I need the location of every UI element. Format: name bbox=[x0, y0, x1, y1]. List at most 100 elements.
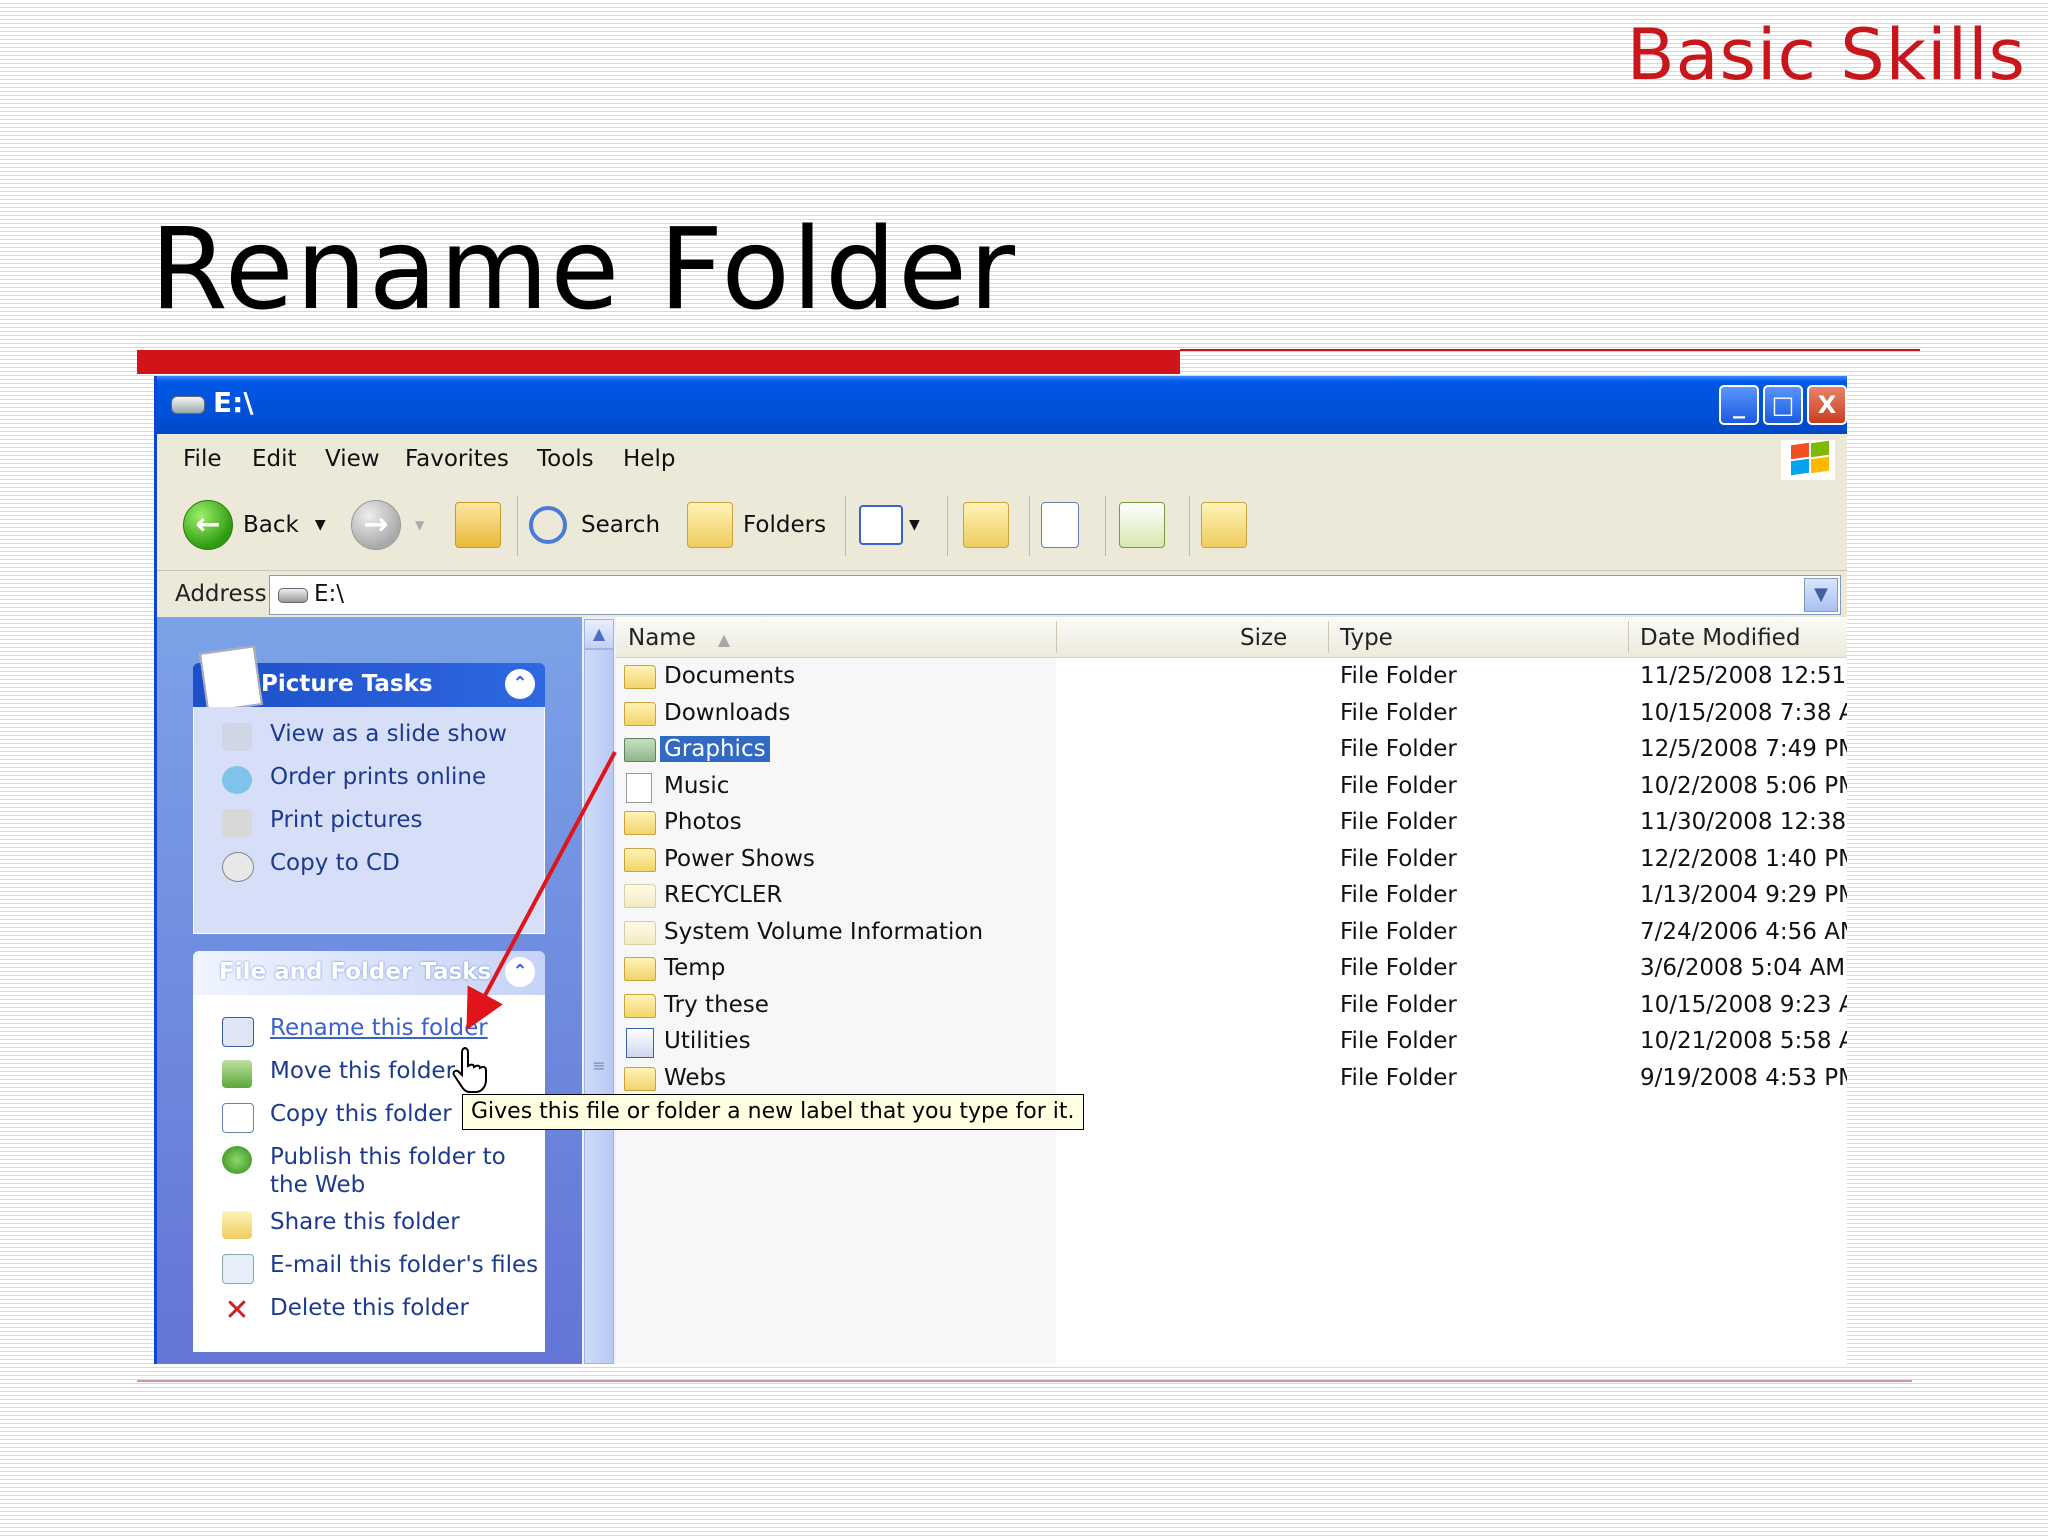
forward-arrow-icon: → bbox=[351, 500, 401, 550]
printer-icon bbox=[222, 809, 252, 837]
address-value: E:\ bbox=[314, 581, 345, 607]
menu-favorites[interactable]: Favorites bbox=[405, 446, 509, 472]
picture-tasks-header[interactable]: Picture Tasks ⌃ bbox=[193, 645, 545, 713]
file-row[interactable]: Temp File Folder 3/6/2008 5:04 AM bbox=[616, 951, 1847, 987]
share-button[interactable] bbox=[1201, 498, 1247, 552]
file-row[interactable]: Graphics File Folder 12/5/2008 7:49 PM bbox=[616, 732, 1847, 768]
address-bar: Address E:\ ▼ bbox=[157, 571, 1847, 617]
file-date-modified: 10/21/2008 5:58 AM bbox=[1640, 1028, 1847, 1054]
file-row[interactable]: Power Shows File Folder 12/2/2008 1:40 PM bbox=[616, 842, 1847, 878]
file-date-modified: 12/2/2008 1:40 PM bbox=[1640, 845, 1847, 872]
toolbar: ← Back ▼ → ▼ Search Folders ▼ bbox=[157, 484, 1847, 571]
search-button[interactable]: Search bbox=[529, 498, 660, 552]
move-to-button[interactable] bbox=[963, 498, 1009, 552]
menu-help[interactable]: Help bbox=[623, 446, 675, 472]
address-input[interactable]: E:\ ▼ bbox=[269, 575, 1841, 615]
file-date-modified: 12/5/2008 7:49 PM bbox=[1640, 736, 1847, 762]
column-size[interactable]: Size bbox=[1240, 625, 1287, 651]
file-row[interactable]: Documents File Folder 11/25/2008 12:51 PM bbox=[616, 659, 1847, 695]
file-date-modified: 11/30/2008 12:38 PM bbox=[1640, 809, 1847, 835]
menu-edit[interactable]: Edit bbox=[252, 446, 297, 472]
folder-up-icon bbox=[455, 502, 501, 548]
file-list: Name ▲ Size Type Date Modified Documents F… bbox=[616, 617, 1847, 1364]
file-date-modified: 3/6/2008 5:04 AM bbox=[1640, 955, 1846, 981]
file-row[interactable]: System Volume Information File Folder 7/24… bbox=[616, 915, 1847, 951]
copy-to-button[interactable] bbox=[1041, 498, 1079, 552]
drive-icon bbox=[278, 588, 308, 603]
file-type: File Folder bbox=[1340, 918, 1457, 945]
file-name: Webs bbox=[664, 1064, 727, 1091]
up-button[interactable] bbox=[455, 498, 501, 552]
vertical-scrollbar[interactable]: ▲ ≡ bbox=[582, 617, 617, 1364]
file-row[interactable]: RECYCLER File Folder 1/13/2004 9:29 PM bbox=[616, 878, 1847, 914]
file-name: System Volume Information bbox=[664, 918, 984, 945]
menu-bar: File Edit View Favorites Tools Help bbox=[157, 434, 1847, 485]
forward-dropdown-icon[interactable]: ▼ bbox=[415, 518, 424, 532]
file-folder-tasks-title: File and Folder Tasks bbox=[219, 959, 492, 985]
forward-button[interactable]: → ▼ bbox=[351, 498, 424, 552]
file-date-modified: 1/13/2004 9:29 PM bbox=[1640, 882, 1847, 908]
folders-icon bbox=[687, 502, 733, 548]
folder-icon bbox=[624, 993, 656, 1018]
scroll-up-button[interactable]: ▲ bbox=[584, 619, 614, 649]
file-row[interactable]: Downloads File Folder 10/15/2008 7:38 AM bbox=[616, 696, 1847, 732]
sort-ascending-icon: ▲ bbox=[717, 630, 731, 649]
views-button[interactable]: ▼ bbox=[859, 498, 920, 552]
file-row[interactable]: Utilities File Folder 10/21/2008 5:58 AM bbox=[616, 1024, 1847, 1060]
move-icon bbox=[222, 1060, 252, 1088]
folder-icon bbox=[624, 847, 656, 872]
music-folder-icon bbox=[626, 772, 652, 803]
grip-icon: ≡ bbox=[592, 1056, 606, 1075]
back-button[interactable]: ← Back ▼ bbox=[183, 498, 326, 552]
address-dropdown-button[interactable]: ▼ bbox=[1804, 578, 1838, 612]
file-row[interactable]: Music File Folder 10/2/2008 5:06 PM bbox=[616, 769, 1847, 805]
close-button[interactable]: X bbox=[1807, 385, 1847, 425]
file-type: File Folder bbox=[1340, 955, 1457, 981]
menu-view[interactable]: View bbox=[325, 446, 380, 472]
publish-icon bbox=[1119, 502, 1165, 548]
file-folder-tasks-header[interactable]: File and Folder Tasks ⌃ bbox=[193, 951, 545, 995]
column-name[interactable]: Name ▲ bbox=[628, 625, 730, 651]
file-date-modified: 10/15/2008 7:38 AM bbox=[1640, 699, 1847, 726]
menu-file[interactable]: File bbox=[183, 446, 222, 472]
search-label: Search bbox=[581, 512, 661, 538]
file-type: File Folder bbox=[1340, 772, 1457, 799]
scroll-thumb[interactable]: ≡ bbox=[584, 649, 614, 1364]
picture-tasks-panel: Picture Tasks ⌃ View as a slide show Ord… bbox=[193, 645, 545, 934]
folder-icon bbox=[624, 1066, 656, 1091]
folders-button[interactable]: Folders bbox=[687, 498, 826, 552]
file-name: Utilities bbox=[664, 1028, 751, 1054]
share-folder-icon bbox=[1201, 502, 1247, 548]
file-type: File Folder bbox=[1340, 809, 1457, 835]
file-name: Music bbox=[664, 772, 730, 799]
file-folder-tasks-body: Rename this folder Move this folder Copy… bbox=[193, 995, 545, 1352]
file-date-modified: 10/2/2008 5:06 PM bbox=[1640, 772, 1847, 799]
window-title: E:\ bbox=[213, 386, 254, 419]
maximize-button[interactable]: □ bbox=[1763, 385, 1803, 425]
tooltip: Gives this file or folder a new label th… bbox=[462, 1094, 1084, 1130]
minimize-button[interactable]: _ bbox=[1719, 385, 1759, 425]
file-row[interactable]: Photos File Folder 11/30/2008 12:38 PM bbox=[616, 805, 1847, 841]
slide-header: Basic Skills bbox=[1626, 14, 2026, 96]
collapse-chevron-icon[interactable]: ⌃ bbox=[505, 669, 535, 699]
publish-button[interactable] bbox=[1119, 498, 1165, 552]
file-type: File Folder bbox=[1340, 1028, 1457, 1054]
file-type: File Folder bbox=[1340, 845, 1457, 872]
folder-icon bbox=[624, 738, 656, 762]
file-row[interactable]: Try these File Folder 10/15/2008 9:23 AM bbox=[616, 988, 1847, 1024]
back-dropdown-icon[interactable]: ▼ bbox=[315, 517, 326, 533]
slideshow-icon bbox=[222, 723, 252, 751]
file-name: Graphics bbox=[660, 736, 770, 762]
column-date-modified[interactable]: Date Modified bbox=[1640, 625, 1800, 651]
title-bar[interactable]: E:\ _ □ X bbox=[157, 376, 1847, 434]
column-type[interactable]: Type bbox=[1340, 625, 1393, 651]
collapse-chevron-icon[interactable]: ⌃ bbox=[505, 957, 535, 987]
explorer-window: E:\ _ □ X File Edit View Favorites Tools… bbox=[154, 376, 1847, 1364]
picture-tasks-title: Picture Tasks bbox=[261, 671, 433, 697]
hidden-folder-icon bbox=[624, 884, 656, 908]
views-dropdown-icon: ▼ bbox=[909, 517, 920, 533]
menu-tools[interactable]: Tools bbox=[537, 446, 594, 472]
file-row[interactable]: Webs File Folder 9/19/2008 4:53 PM bbox=[616, 1061, 1847, 1097]
globe-icon bbox=[222, 1146, 252, 1174]
file-date-modified: 10/15/2008 9:23 AM bbox=[1640, 991, 1847, 1018]
